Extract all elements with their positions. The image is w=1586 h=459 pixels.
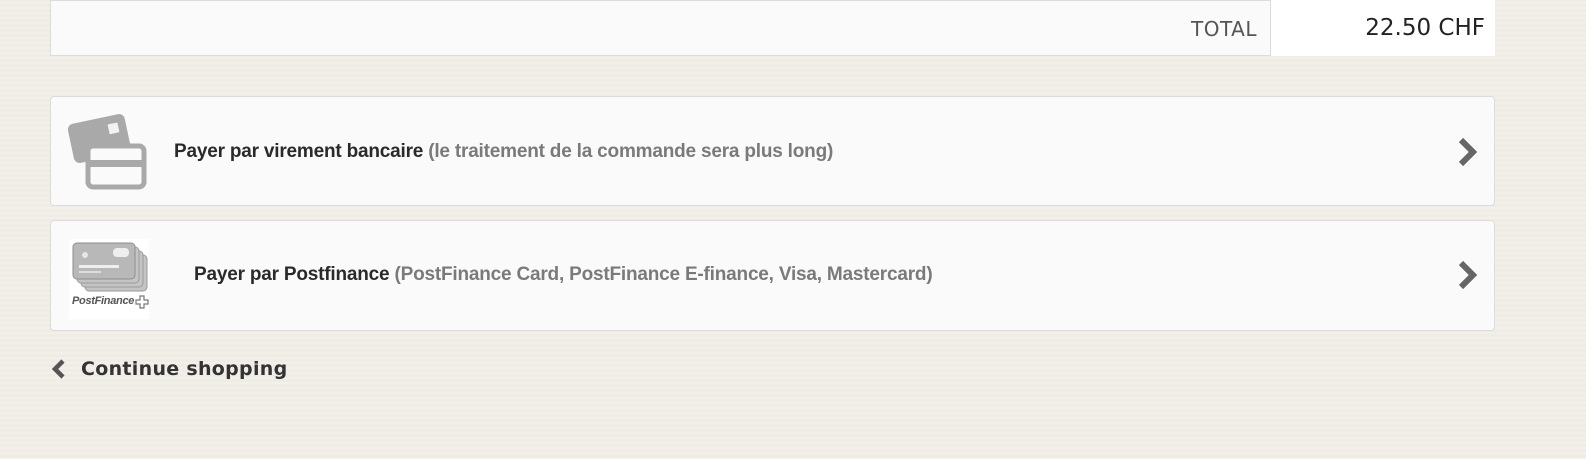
chevron-left-icon <box>51 359 65 379</box>
total-value-cell: 22.50 CHF <box>1270 0 1495 56</box>
postfinance-logo: PostFinance <box>69 239 149 319</box>
continue-shopping-link[interactable]: Continue shopping <box>50 354 288 384</box>
credit-card-icon <box>67 114 147 190</box>
total-label: TOTAL <box>1191 17 1257 41</box>
cart-total-row: TOTAL 22.50 CHF <box>50 0 1495 56</box>
pay-bank-transfer-note: (le traitement de la commande sera plus … <box>428 141 834 162</box>
cards-stack-icon <box>72 242 148 292</box>
pay-postfinance-label: Payer par Postfinance <box>194 264 390 285</box>
pay-postfinance-text: Payer par Postfinance (PostFinance Card,… <box>194 221 933 329</box>
chevron-right-icon <box>1458 260 1478 290</box>
pay-bank-transfer-label: Payer par virement bancaire <box>174 141 424 162</box>
total-value: 22.50 CHF <box>1365 15 1485 41</box>
pay-postfinance-note: (PostFinance Card, PostFinance E-finance… <box>394 264 933 285</box>
postfinance-logo-text: PostFinance <box>72 295 135 307</box>
pay-bank-transfer-text: Payer par virement bancaire (le traiteme… <box>174 97 833 207</box>
swiss-cross-icon <box>135 295 149 309</box>
pay-bank-transfer-option[interactable]: Payer par virement bancaire (le traiteme… <box>50 96 1495 206</box>
continue-shopping-label: Continue shopping <box>81 358 288 380</box>
chevron-right-icon <box>1458 137 1478 167</box>
pay-postfinance-option[interactable]: PostFinance Payer par Postfinance (PostF… <box>50 220 1495 331</box>
